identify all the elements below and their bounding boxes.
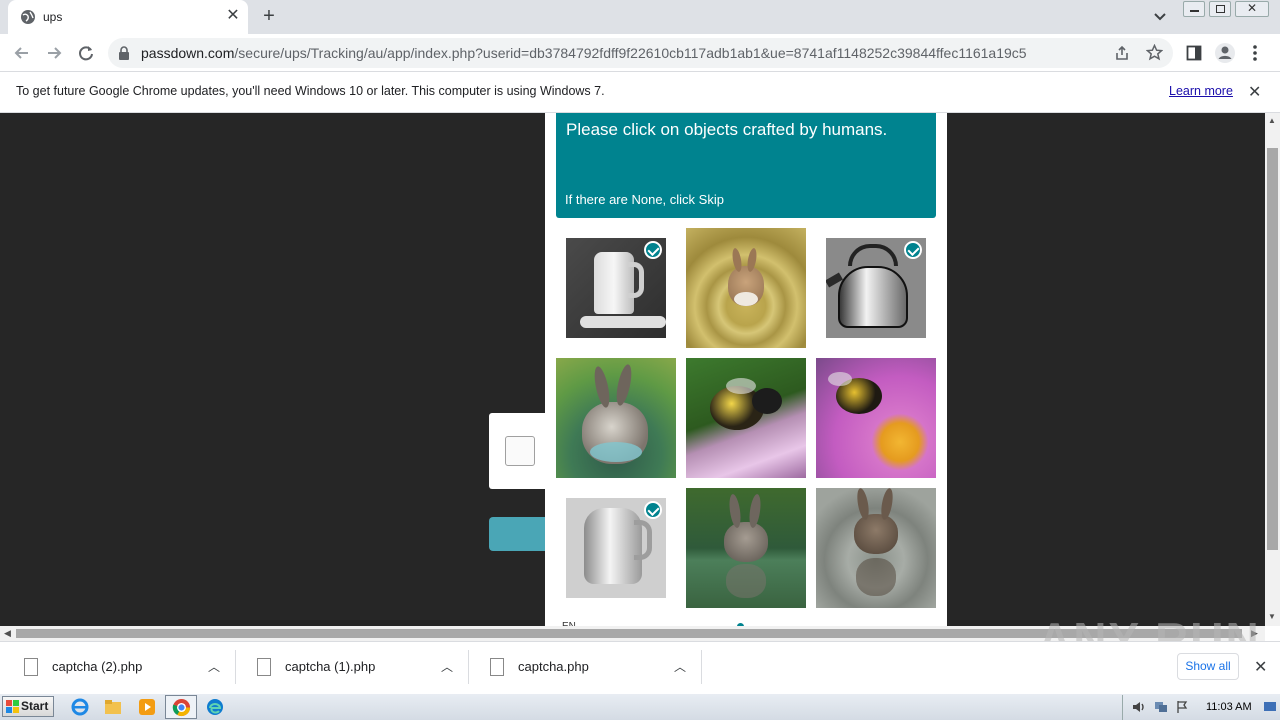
menu-dots-icon[interactable] [1251,43,1259,63]
url-domain: passdown.com [141,45,235,61]
restore-button[interactable] [1209,1,1231,17]
url-text: passdown.com/secure/ups/Tracking/au/app/… [141,45,1027,61]
download-item[interactable]: captcha (2).php ︿ [4,650,236,684]
internet-explorer-icon[interactable] [70,697,90,717]
close-window-button[interactable]: ✕ [1235,1,1269,17]
new-tab-button[interactable]: + [258,6,280,28]
bee-image [816,358,936,478]
file-explorer-icon[interactable] [103,697,123,717]
chevron-up-icon[interactable]: ︿ [208,658,220,675]
tab-title: ups [43,10,63,24]
captcha-image-cell[interactable] [556,358,676,478]
scroll-up-arrow-icon[interactable]: ▲ [1268,116,1276,125]
file-icon [490,658,504,676]
update-infobar: To get future Google Chrome updates, you… [0,72,1280,113]
captcha-image-cell[interactable] [556,228,676,348]
captcha-subtitle: If there are None, click Skip [565,192,724,207]
bookmark-star-icon[interactable] [1146,44,1163,61]
windows-logo-icon [6,700,19,713]
selected-check-icon [904,241,922,259]
action-center-flag-icon[interactable] [1175,700,1189,714]
reload-icon[interactable] [75,42,97,64]
chevron-up-icon[interactable]: ︿ [674,658,686,675]
taskbar-clock: 11:03 AM [1206,701,1252,713]
rabbit-image [816,488,936,608]
captcha-image-cell[interactable] [816,488,936,608]
network-icon[interactable] [1153,700,1169,714]
system-tray [1122,695,1280,720]
captcha-image-cell[interactable] [556,488,676,608]
profile-avatar-icon[interactable] [1214,42,1236,64]
bee-image [686,358,806,478]
lock-icon [119,46,129,60]
media-player-icon[interactable] [137,697,157,717]
rabbit-image [556,358,676,478]
download-item[interactable]: captcha (1).php ︿ [237,650,469,684]
side-panel-icon[interactable] [1186,45,1202,61]
download-item[interactable]: captcha.php ︿ [470,650,702,684]
close-icon[interactable]: ✕ [1254,657,1267,677]
chrome-icon [172,698,191,717]
selected-check-icon [644,501,662,519]
address-bar[interactable]: passdown.com/secure/ups/Tracking/au/app/… [108,38,1173,68]
chevron-up-icon[interactable]: ︿ [441,658,453,675]
volume-icon[interactable] [1131,700,1147,714]
submit-button[interactable] [489,517,549,551]
start-label: Start [21,699,49,713]
scroll-down-arrow-icon[interactable]: ▼ [1268,612,1276,621]
back-arrow-icon[interactable] [11,42,33,64]
scroll-left-arrow-icon[interactable]: ◀ [4,628,11,639]
minimize-button[interactable] [1183,1,1205,17]
download-filename: captcha (1).php [285,659,376,674]
rabbit-image [686,488,806,608]
captcha-image-cell[interactable] [686,228,806,348]
show-all-button[interactable]: Show all [1177,653,1239,680]
download-filename: captcha (2).php [52,659,143,674]
captcha-prompt: Please click on objects crafted by human… [556,113,936,218]
chevron-down-icon[interactable] [1150,8,1170,26]
browser-tab[interactable]: ups ✕ [8,0,248,34]
download-filename: captcha.php [518,659,589,674]
chrome-taskbar-button[interactable] [165,695,197,719]
learn-more-link[interactable]: Learn more [1169,84,1233,98]
captcha-image-cell[interactable] [686,488,806,608]
globe-icon [21,10,35,24]
file-icon [24,658,38,676]
rabbit-image [686,228,806,348]
captcha-image-cell[interactable] [816,228,936,348]
captcha-image-cell[interactable] [816,358,936,478]
tab-close-icon[interactable]: ✕ [224,7,242,25]
page-content: Please click on objects crafted by human… [0,113,1265,626]
forward-arrow-icon[interactable] [43,42,65,64]
edge-icon[interactable] [205,697,225,717]
start-button[interactable]: Start [2,696,54,717]
captcha-checkbox[interactable] [505,436,535,466]
vertical-scrollbar-thumb[interactable] [1267,148,1278,550]
infobar-message: To get future Google Chrome updates, you… [16,84,605,98]
share-icon[interactable] [1114,45,1130,61]
selected-check-icon [644,241,662,259]
close-icon[interactable]: ✕ [1248,82,1261,102]
url-path: /secure/ups/Tracking/au/app/index.php?us… [234,45,1027,61]
file-icon [257,658,271,676]
captcha-image-cell[interactable] [686,358,806,478]
captcha-title: Please click on objects crafted by human… [566,120,888,139]
show-desktop-icon[interactable] [1263,701,1277,713]
